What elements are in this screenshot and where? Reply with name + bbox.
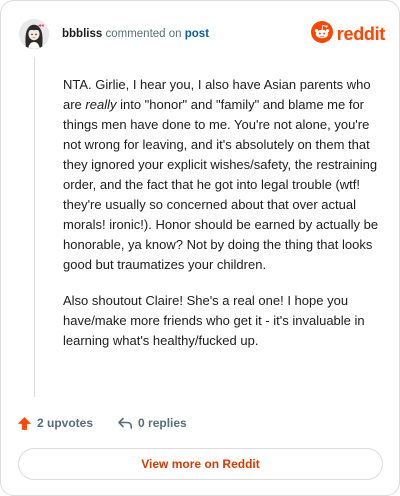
upvote-button[interactable]: 2 upvotes	[17, 416, 93, 431]
comment-embed-card: bbbliss commented on post reddit NTA. Gi…	[0, 0, 400, 496]
comment-text: into "honor" and "family" and blame me f…	[63, 97, 379, 272]
comment-header: bbbliss commented on post reddit	[19, 16, 385, 52]
comment-meta: bbbliss commented on post	[62, 27, 209, 41]
view-more-button[interactable]: View more on Reddit	[18, 448, 383, 480]
comment-action-text: commented on	[105, 28, 182, 40]
comment-paragraph: Also shoutout Claire! She's a real one! …	[63, 293, 365, 348]
comment-body: NTA. Girlie, I hear you, I also have Asi…	[63, 75, 381, 367]
comment-emphasis: really	[85, 97, 117, 112]
post-link[interactable]: post	[185, 28, 209, 40]
snoo-icon	[310, 20, 333, 48]
reply-count: 0 replies	[138, 416, 187, 430]
thread-line	[34, 57, 35, 397]
reply-arrow-icon	[117, 416, 138, 430]
upvote-count: 2 upvotes	[37, 416, 94, 430]
upvote-arrow-icon	[17, 416, 37, 431]
comment-actions: 2 upvotes 0 replies	[17, 413, 187, 433]
avatar-girl-icon[interactable]	[19, 19, 49, 49]
username[interactable]: bbbliss	[62, 28, 102, 40]
reply-button[interactable]: 0 replies	[117, 416, 187, 430]
reddit-brand[interactable]: reddit	[310, 20, 386, 48]
comment-paragraph: NTA. Girlie, I hear you, I also have Asi…	[63, 75, 381, 275]
reddit-wordmark: reddit	[336, 23, 386, 44]
